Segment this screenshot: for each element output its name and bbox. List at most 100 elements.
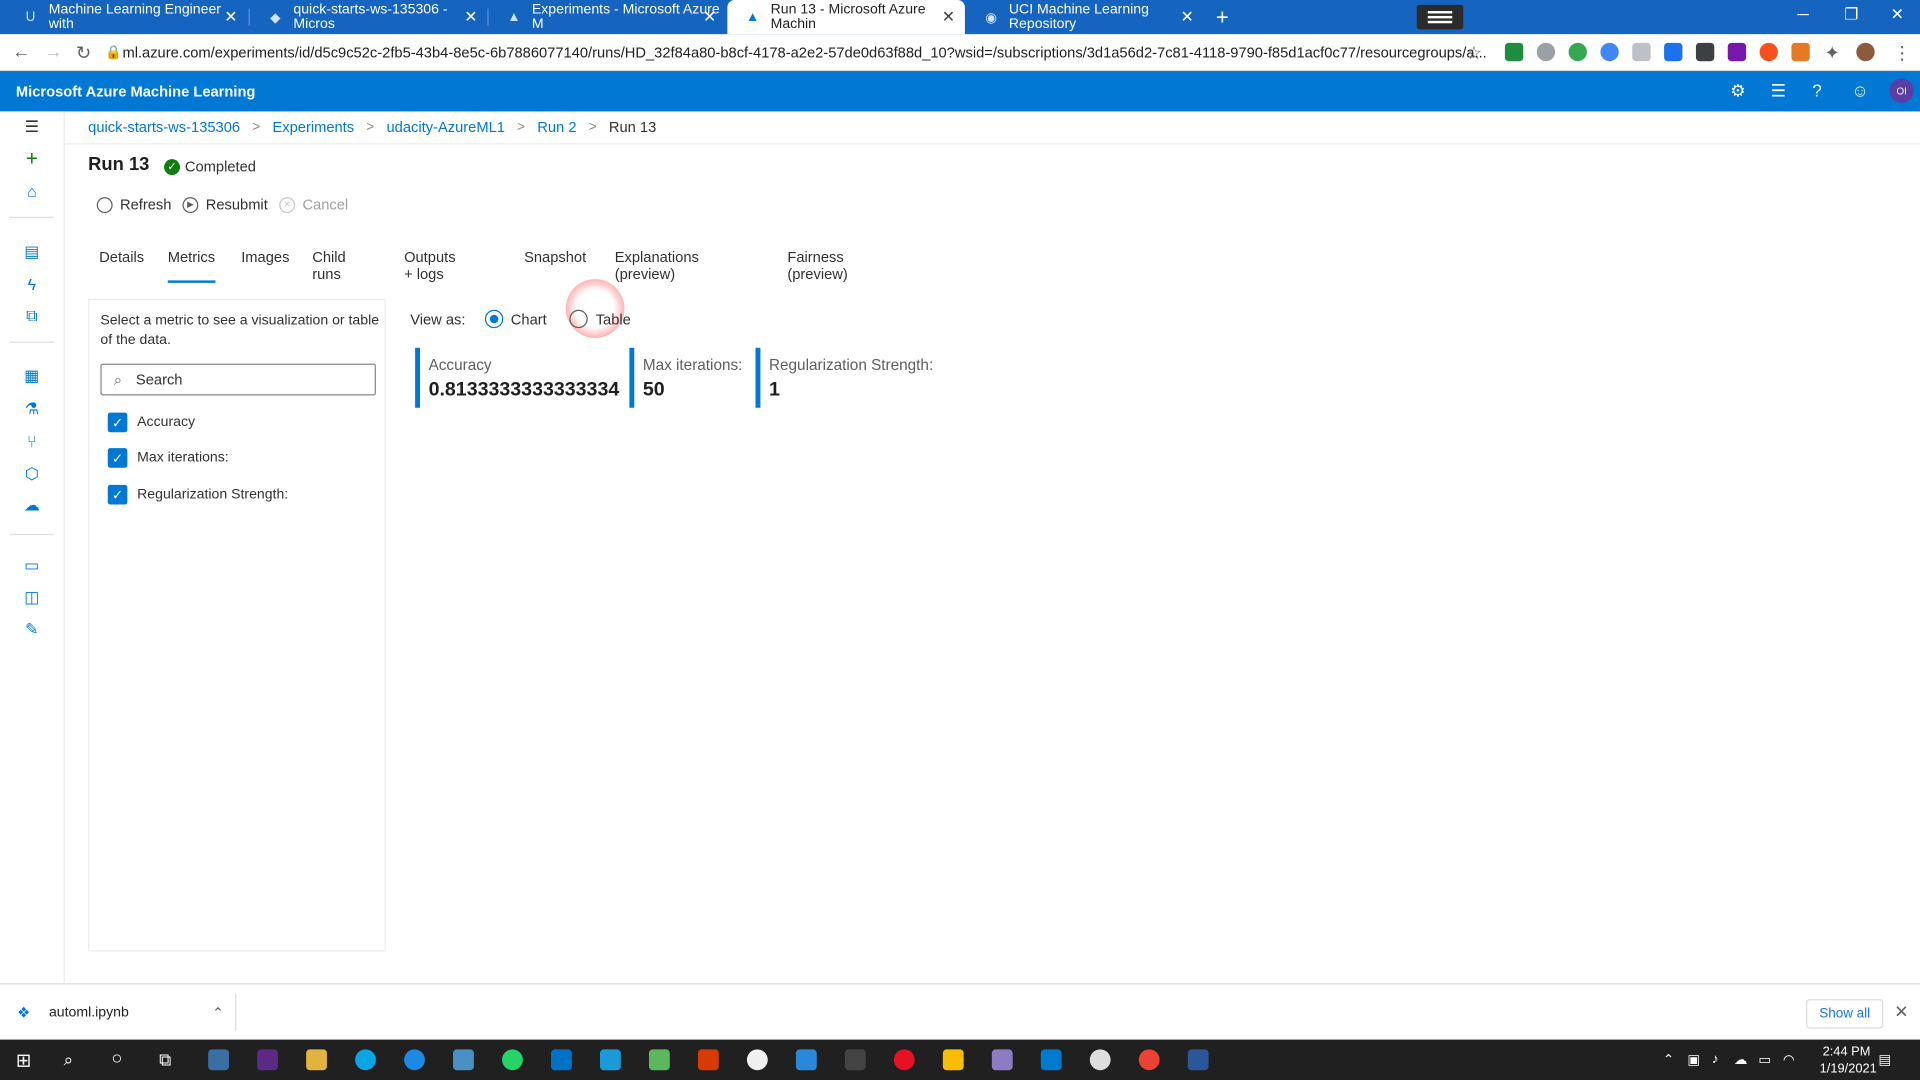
chart-radio-label[interactable]: Chart xyxy=(511,310,547,327)
cortana-app-icon[interactable] xyxy=(355,1049,376,1071)
designer-icon[interactable]: ⧉ xyxy=(22,306,42,326)
app-icon[interactable] xyxy=(453,1049,474,1071)
experiments-flask-icon[interactable]: ⚗ xyxy=(22,399,42,419)
breadcrumb-experiments[interactable]: Experiments xyxy=(272,119,354,136)
restore-icon[interactable]: ❐ xyxy=(1844,5,1858,25)
browser-tab-active[interactable]: ▲ Run 13 - Microsoft Azure Machin ✕ xyxy=(727,0,965,35)
terminal-icon[interactable] xyxy=(844,1049,866,1071)
chrome-icon[interactable] xyxy=(1138,1049,1160,1071)
forward-icon[interactable]: → xyxy=(44,42,62,63)
extension-icon[interactable] xyxy=(1759,42,1778,62)
tab-images[interactable]: Images xyxy=(241,249,289,283)
extension-icon[interactable] xyxy=(1536,42,1556,62)
extension-icon[interactable] xyxy=(1664,42,1683,62)
extension-icon[interactable] xyxy=(1568,42,1587,62)
extension-icon[interactable] xyxy=(1695,42,1715,62)
chart-radio[interactable] xyxy=(485,309,504,329)
browser-tab[interactable]: ◉ UCI Machine Learning Repository ✕ xyxy=(966,0,1204,34)
breadcrumb-workspace[interactable]: quick-starts-ws-135306 xyxy=(88,119,240,136)
minimize-icon[interactable]: ─ xyxy=(1798,5,1809,23)
data-labeling-icon[interactable]: ✎ xyxy=(22,620,42,640)
chevron-up-icon[interactable]: ⌃ xyxy=(1663,1052,1674,1068)
notifications-icon[interactable]: ▤ xyxy=(1878,1052,1891,1068)
settings-gear-icon[interactable]: ⚙ xyxy=(1730,81,1745,102)
table-radio-label[interactable]: Table xyxy=(596,310,631,327)
close-tab-icon[interactable]: ✕ xyxy=(464,7,477,27)
battery-icon[interactable]: ▭ xyxy=(1758,1052,1771,1068)
cancel-button[interactable]: ✕ Cancel xyxy=(279,196,348,213)
tab-child-runs[interactable]: Child runs xyxy=(312,249,346,283)
home-icon[interactable]: ⌂ xyxy=(22,181,42,201)
profile-avatar[interactable] xyxy=(1856,42,1875,62)
todo-icon[interactable] xyxy=(795,1049,817,1071)
search-input[interactable] xyxy=(135,368,369,391)
onedrive-icon[interactable]: ☁ xyxy=(1734,1052,1747,1068)
close-tab-icon[interactable]: ✕ xyxy=(703,7,716,27)
tab-outputs-logs[interactable]: Outputs + logs xyxy=(404,249,455,283)
metric-search-box[interactable]: ⌕ xyxy=(100,363,376,396)
browser-tab[interactable]: U Machine Learning Engineer with ✕ xyxy=(5,0,247,34)
microphone-icon[interactable]: ♪ xyxy=(1712,1052,1719,1067)
tab-details[interactable]: Details xyxy=(99,249,144,283)
extensions-puzzle-icon[interactable]: ✦ xyxy=(1824,42,1839,64)
app-icon[interactable] xyxy=(1089,1049,1111,1071)
resubmit-button[interactable]: ▶ Resubmit xyxy=(182,196,268,213)
app-icon[interactable] xyxy=(600,1049,621,1071)
media-icon[interactable] xyxy=(893,1049,915,1071)
download-item[interactable]: ❖ automl.ipynb ⌃ xyxy=(17,1004,224,1021)
whatsapp-icon[interactable] xyxy=(502,1049,523,1071)
office-icon[interactable] xyxy=(697,1049,719,1071)
url-field[interactable]: ml.azure.com/experiments/id/d5c9c52c-2fb… xyxy=(122,44,1486,61)
back-icon[interactable]: ← xyxy=(12,42,30,63)
notifications-icon[interactable]: ☰ xyxy=(1771,81,1786,102)
edge-icon[interactable] xyxy=(404,1049,425,1071)
app-icon[interactable] xyxy=(991,1049,1013,1071)
extension-icon[interactable] xyxy=(1632,42,1651,62)
amazon-music-icon[interactable] xyxy=(257,1049,278,1071)
wifi-icon[interactable]: ◠ xyxy=(1783,1052,1795,1068)
taskbar-clock[interactable]: 2:44 PM 1/19/2021 xyxy=(1820,1043,1877,1077)
metric-checkbox-accuracy[interactable]: ✓ Accuracy xyxy=(107,412,195,433)
table-radio[interactable] xyxy=(569,309,589,329)
breadcrumb-parent-run[interactable]: Run 2 xyxy=(537,119,576,136)
datastores-icon[interactable]: ◫ xyxy=(22,588,42,608)
automated-ml-icon[interactable]: ϟ xyxy=(22,274,42,294)
endpoints-icon[interactable]: ☁ xyxy=(22,496,42,516)
pipelines-icon[interactable]: ⑂ xyxy=(22,431,42,451)
browser-menu-icon[interactable]: ⋮ xyxy=(1893,42,1911,64)
word-icon[interactable] xyxy=(1187,1049,1209,1071)
close-window-icon[interactable]: ✕ xyxy=(1891,5,1904,25)
close-downloads-icon[interactable]: ✕ xyxy=(1894,1002,1908,1023)
user-avatar[interactable]: OI xyxy=(1889,78,1914,103)
metric-checkbox-regularization-strength[interactable]: ✓ Regularization Strength: xyxy=(107,484,288,505)
create-new-plus-icon[interactable]: + xyxy=(22,147,42,170)
models-cube-icon[interactable]: ⬡ xyxy=(22,464,42,484)
bookmark-star-icon[interactable]: ☆ xyxy=(1466,42,1482,64)
app-icon[interactable] xyxy=(648,1049,670,1071)
search-icon[interactable]: ⌕ xyxy=(64,1049,74,1070)
refresh-button[interactable]: Refresh xyxy=(96,196,171,213)
mail-icon[interactable] xyxy=(551,1049,572,1071)
hamburger-menu-icon[interactable]: ☰ xyxy=(22,118,42,138)
store-icon[interactable] xyxy=(208,1049,229,1071)
close-tab-icon[interactable]: ✕ xyxy=(942,7,955,27)
show-all-button[interactable]: Show all xyxy=(1806,999,1884,1029)
tab-fairness[interactable]: Fairness (preview) xyxy=(787,249,847,283)
maps-icon[interactable] xyxy=(746,1049,768,1071)
vscode-icon[interactable] xyxy=(1040,1049,1062,1071)
chevron-up-icon[interactable]: ⌃ xyxy=(212,1004,224,1022)
metamask-icon[interactable] xyxy=(1791,42,1810,62)
browser-tab[interactable]: ▲ Experiments - Microsoft Azure M ✕ xyxy=(489,0,727,34)
breadcrumb-experiment[interactable]: udacity-AzureML1 xyxy=(386,119,504,136)
extension-icon[interactable] xyxy=(1600,42,1619,62)
tab-explanations[interactable]: Explanations (preview) xyxy=(615,249,699,283)
cortana-icon[interactable]: ○ xyxy=(111,1048,122,1069)
google-drive-icon[interactable] xyxy=(942,1049,964,1071)
notebooks-icon[interactable]: ▤ xyxy=(22,242,42,262)
extension-icon[interactable] xyxy=(1504,42,1524,62)
menu-icon[interactable] xyxy=(1416,4,1464,30)
close-tab-icon[interactable]: ✕ xyxy=(1181,7,1194,27)
feedback-smiley-icon[interactable]: ☺ xyxy=(1851,81,1869,101)
metric-checkbox-max-iterations[interactable]: ✓ Max iterations: xyxy=(107,448,229,468)
windows-start-icon[interactable]: ⊞ xyxy=(16,1049,31,1072)
